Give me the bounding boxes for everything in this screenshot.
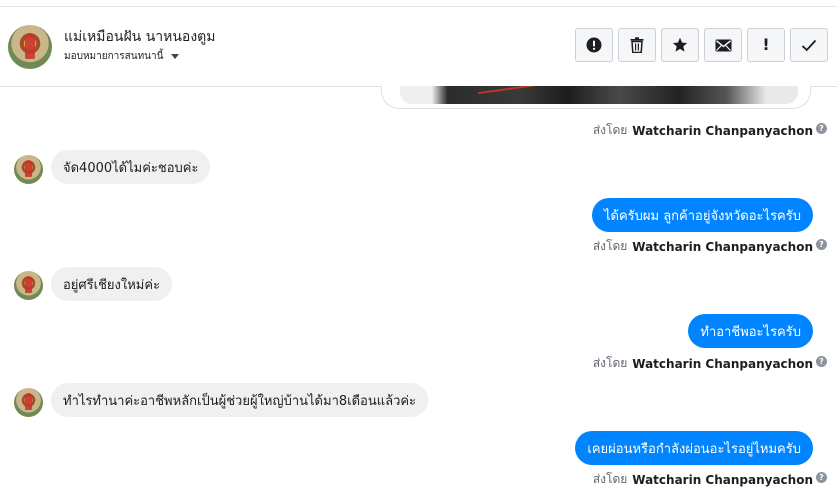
incoming-message[interactable]: ทำไรทำนาค่ะอาชีพหลักเป็นผู้ช่วยผู้ใหญ่บ้… <box>51 383 429 417</box>
star-icon <box>672 37 688 52</box>
star-button[interactable] <box>661 28 699 62</box>
agent-name[interactable]: Watcharin Chanpanyachon <box>632 240 813 254</box>
header-actions: ! <box>575 28 828 62</box>
contact-avatar-small[interactable] <box>14 155 43 184</box>
incoming-message[interactable]: อยู่ศรีเชียงใหม่ค่ะ <box>51 267 173 301</box>
envelope-icon <box>715 39 731 51</box>
caret-down-icon <box>171 54 180 59</box>
follow-up-button[interactable]: ! <box>747 28 785 62</box>
assign-label: มอบหมายการสนทนานี้ <box>64 51 164 62</box>
outgoing-message[interactable]: ทำอาชีพอะไรครับ <box>688 314 813 348</box>
sent-by-label: ส่งโดย Watcharin Chanpanyachon <box>592 239 813 254</box>
unread-button[interactable] <box>704 28 742 62</box>
contact-avatar[interactable] <box>8 25 52 69</box>
conversation-header: แม่เหมือนฝัน นาหนองตูม มอบหมายการสนทนานี… <box>0 7 837 87</box>
help-icon[interactable]: ? <box>816 472 827 483</box>
agent-name[interactable]: Watcharin Chanpanyachon <box>632 473 813 487</box>
checkmark-icon <box>801 39 817 51</box>
incoming-message[interactable]: จัด4000ได้ไมค่ะชอบค่ะ <box>51 150 211 184</box>
agent-name[interactable]: Watcharin Chanpanyachon <box>632 124 813 138</box>
sent-by-label: ส่งโดย Watcharin Chanpanyachon <box>592 123 813 138</box>
contact-name[interactable]: แม่เหมือนฝัน นาหนองตูม <box>64 26 216 48</box>
contact-avatar-small[interactable] <box>14 271 43 300</box>
contact-avatar-small[interactable] <box>14 388 43 417</box>
exclamation-icon: ! <box>762 35 770 54</box>
image-attachment[interactable] <box>381 86 811 109</box>
attachment-photo <box>400 86 798 104</box>
delete-button[interactable] <box>618 28 656 62</box>
help-icon[interactable]: ? <box>816 123 827 134</box>
outgoing-message[interactable]: เคยผ่อนหรือกำลังผ่อนอะไรอยู่ไหมครับ <box>575 431 813 465</box>
trash-icon <box>630 37 644 53</box>
help-icon[interactable]: ? <box>816 239 827 250</box>
done-button[interactable] <box>790 28 828 62</box>
outgoing-message[interactable]: ได้ครับผม ลูกค้าอยู่จังหวัดอะไรครับ <box>591 198 813 232</box>
sent-by-label: ส่งโดย Watcharin Chanpanyachon <box>592 472 813 487</box>
agent-name[interactable]: Watcharin Chanpanyachon <box>632 357 813 371</box>
sent-by-label: ส่งโดย Watcharin Chanpanyachon <box>592 356 813 371</box>
exclamation-circle-icon <box>586 37 602 53</box>
assign-conversation-dropdown[interactable]: มอบหมายการสนทนานี้ <box>64 49 180 64</box>
help-icon[interactable]: ? <box>816 356 827 367</box>
mark-spam-button[interactable] <box>575 28 613 62</box>
